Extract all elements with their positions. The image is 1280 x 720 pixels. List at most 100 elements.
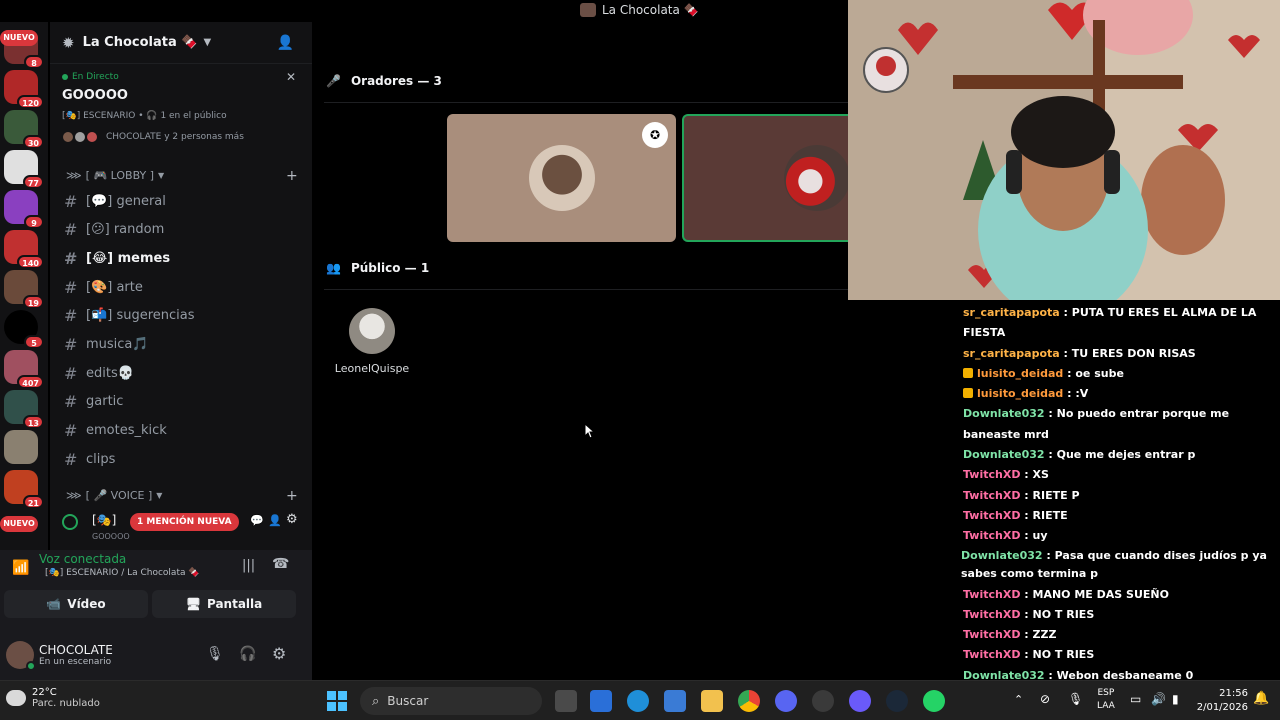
channel-item[interactable]: # musica🎵	[58, 332, 302, 358]
windows-start-icon[interactable]	[327, 691, 347, 711]
add-channel-icon[interactable]: +	[286, 488, 298, 504]
server-icon[interactable]: 30	[4, 110, 44, 149]
live-label: En Directo	[72, 72, 119, 82]
screen-share-icon: 🖥	[185, 597, 201, 611]
weather-widget[interactable]: 22°C Parc. nublado	[6, 687, 100, 709]
server-icon[interactable]: 120	[4, 70, 44, 109]
add-channel-icon[interactable]: +	[286, 168, 298, 184]
gear-icon[interactable]: ⚙	[286, 512, 298, 527]
channel-item[interactable]: # edits💀	[58, 360, 302, 386]
volume-icon[interactable]: 🔊	[1151, 692, 1166, 706]
avatar[interactable]	[6, 641, 36, 671]
weather-temp: 22°C	[32, 687, 57, 698]
hash-icon: #	[64, 306, 78, 326]
chat-text: uy	[1032, 529, 1048, 543]
chat-text: :V	[1075, 387, 1089, 401]
chat-text: NO T RIES	[1032, 607, 1095, 621]
live-stage-card[interactable]: En Directo ✕ GOOOOO [🎭] ESCENARIO • 🎧 1 …	[50, 66, 312, 152]
headphones-icon[interactable]: 🎧	[239, 646, 256, 662]
mention-badge[interactable]: 1 MENCIÓN NUEVA	[130, 513, 239, 531]
chrome-icon[interactable]	[738, 690, 760, 712]
channel-item[interactable]: # [😕] random	[58, 217, 302, 243]
soundboard-icon[interactable]: |||	[242, 558, 255, 573]
channel-item[interactable]: # [😂] memes	[58, 245, 302, 271]
taskbar-search[interactable]: ⌕ Buscar	[360, 687, 542, 715]
microphone-icon[interactable]: 🎙	[206, 646, 224, 662]
live-people: CHOCOLATE y 2 personas más	[62, 131, 300, 143]
voice-panel: 📶 Voz conectada [🎭] ESCENARIO / La Choco…	[0, 550, 312, 680]
obs-icon[interactable]	[812, 690, 834, 712]
microphone-icon: 🎤	[326, 74, 341, 88]
speaker-tile[interactable]: ✪	[447, 114, 676, 242]
audience-member[interactable]: LeonelQuispe	[334, 308, 410, 375]
server-icon[interactable]: 21	[4, 470, 44, 509]
voice-status[interactable]: Voz conectada	[39, 552, 126, 566]
channel-name: musica🎵	[86, 337, 149, 352]
user-panel[interactable]: CHOCOLATE En un escenario 🎙 🎧 ⚙	[0, 630, 312, 680]
store-icon[interactable]	[664, 690, 686, 712]
outlook-icon[interactable]	[590, 690, 612, 712]
server-icon[interactable]: 140	[4, 230, 44, 269]
server-icon[interactable]	[4, 430, 38, 464]
server-icon[interactable]: 13	[4, 390, 44, 429]
battery-icon[interactable]: ▮	[1172, 692, 1179, 706]
invite-icon[interactable]: 👤	[268, 514, 282, 527]
channel-item[interactable]: # [🎨] arte	[58, 274, 302, 300]
category-lobby[interactable]: ⋙ [ 🎮 LOBBY ] ▼	[66, 169, 164, 182]
chat-overlay: sr_caritapapota : PUTA TU ERES EL ALMA D…	[848, 300, 1280, 702]
chat-icon[interactable]: 💬	[250, 514, 264, 527]
crown-badge-icon	[963, 388, 973, 399]
server-icon[interactable]: 77	[4, 150, 44, 189]
chevron-up-icon[interactable]: ⌃	[1014, 693, 1023, 706]
chat-message: Downlate032 : Que me dejes entrar p	[963, 445, 1268, 465]
language-indicator[interactable]: ESP LAA	[1097, 687, 1115, 713]
screen-share-button[interactable]: 🖥 Pantalla	[152, 590, 296, 618]
hash-icon: #	[64, 449, 78, 469]
video-button[interactable]: 📹 Vídeo	[4, 590, 148, 618]
search-icon: ⌕	[372, 693, 380, 709]
channel-item[interactable]: # [💬] general	[58, 188, 302, 214]
chat-username: sr_caritapapota	[963, 306, 1060, 319]
microphone-icon[interactable]: 🎙	[1068, 692, 1083, 706]
voice-location[interactable]: [🎭] ESCENARIO / La Chocolata 🍫	[45, 568, 200, 578]
stage-view: 🎤 Oradores — 3 ✪ 👥 Público — 1 LeonelQui…	[314, 22, 850, 680]
channel-name: emotes_kick	[86, 423, 167, 439]
server-icon[interactable]: 407	[4, 350, 44, 389]
category-voice[interactable]: ⋙ [ 🎤 VOICE ] ▼	[66, 489, 162, 502]
close-icon[interactable]: ✕	[286, 70, 296, 84]
discord-icon[interactable]	[775, 690, 797, 712]
live-title: GOOOOO	[62, 88, 128, 103]
chat-username: luisito_deidad	[977, 366, 1064, 380]
divider	[324, 289, 848, 290]
clock[interactable]: 21:56 2/01/2026	[1192, 687, 1248, 715]
speaker-tile-speaking[interactable]	[682, 114, 850, 242]
server-icon[interactable]: 5	[4, 310, 44, 349]
screen-label: Pantalla	[206, 597, 263, 611]
hash-icon: #	[64, 421, 78, 441]
chat-message: luisito_deidad : oe sube	[963, 364, 1268, 384]
disconnect-icon[interactable]: ☎	[272, 556, 289, 572]
settings-icon[interactable]: ⚙	[272, 644, 286, 663]
channel-item[interactable]: # gartic	[58, 389, 302, 415]
edge-icon[interactable]	[627, 690, 649, 712]
audience-header-label: Público — 1	[350, 261, 430, 275]
notification-icon[interactable]: 🔔	[1253, 691, 1269, 706]
add-member-icon[interactable]: 👤	[277, 35, 294, 51]
channel-item[interactable]: # [📬] sugerencias	[58, 303, 302, 329]
display-icon[interactable]: ▭	[1130, 692, 1141, 706]
server-header[interactable]: ✹ La Chocolata 🍫 ▼ 👤	[50, 22, 312, 64]
file-explorer-icon[interactable]	[701, 690, 723, 712]
steam-icon[interactable]	[886, 690, 908, 712]
chat-username: TwitchXD	[963, 607, 1021, 621]
task-view-icon[interactable]	[555, 690, 577, 712]
app-icon[interactable]	[849, 690, 871, 712]
network-off-icon[interactable]: ⊘	[1040, 692, 1050, 706]
channel-item[interactable]: # clips	[58, 446, 302, 472]
mention-count-badge: 140	[17, 255, 44, 269]
server-icon[interactable]: 9	[4, 190, 44, 229]
whatsapp-icon[interactable]	[923, 690, 945, 712]
avatar	[62, 131, 74, 143]
channel-item[interactable]: # emotes_kick	[58, 418, 302, 444]
stage-channel-row[interactable]: [🎭] GOOOOO 1 MENCIÓN NUEVA 💬 👤 ⚙	[58, 510, 306, 542]
server-icon[interactable]: 19	[4, 270, 44, 309]
